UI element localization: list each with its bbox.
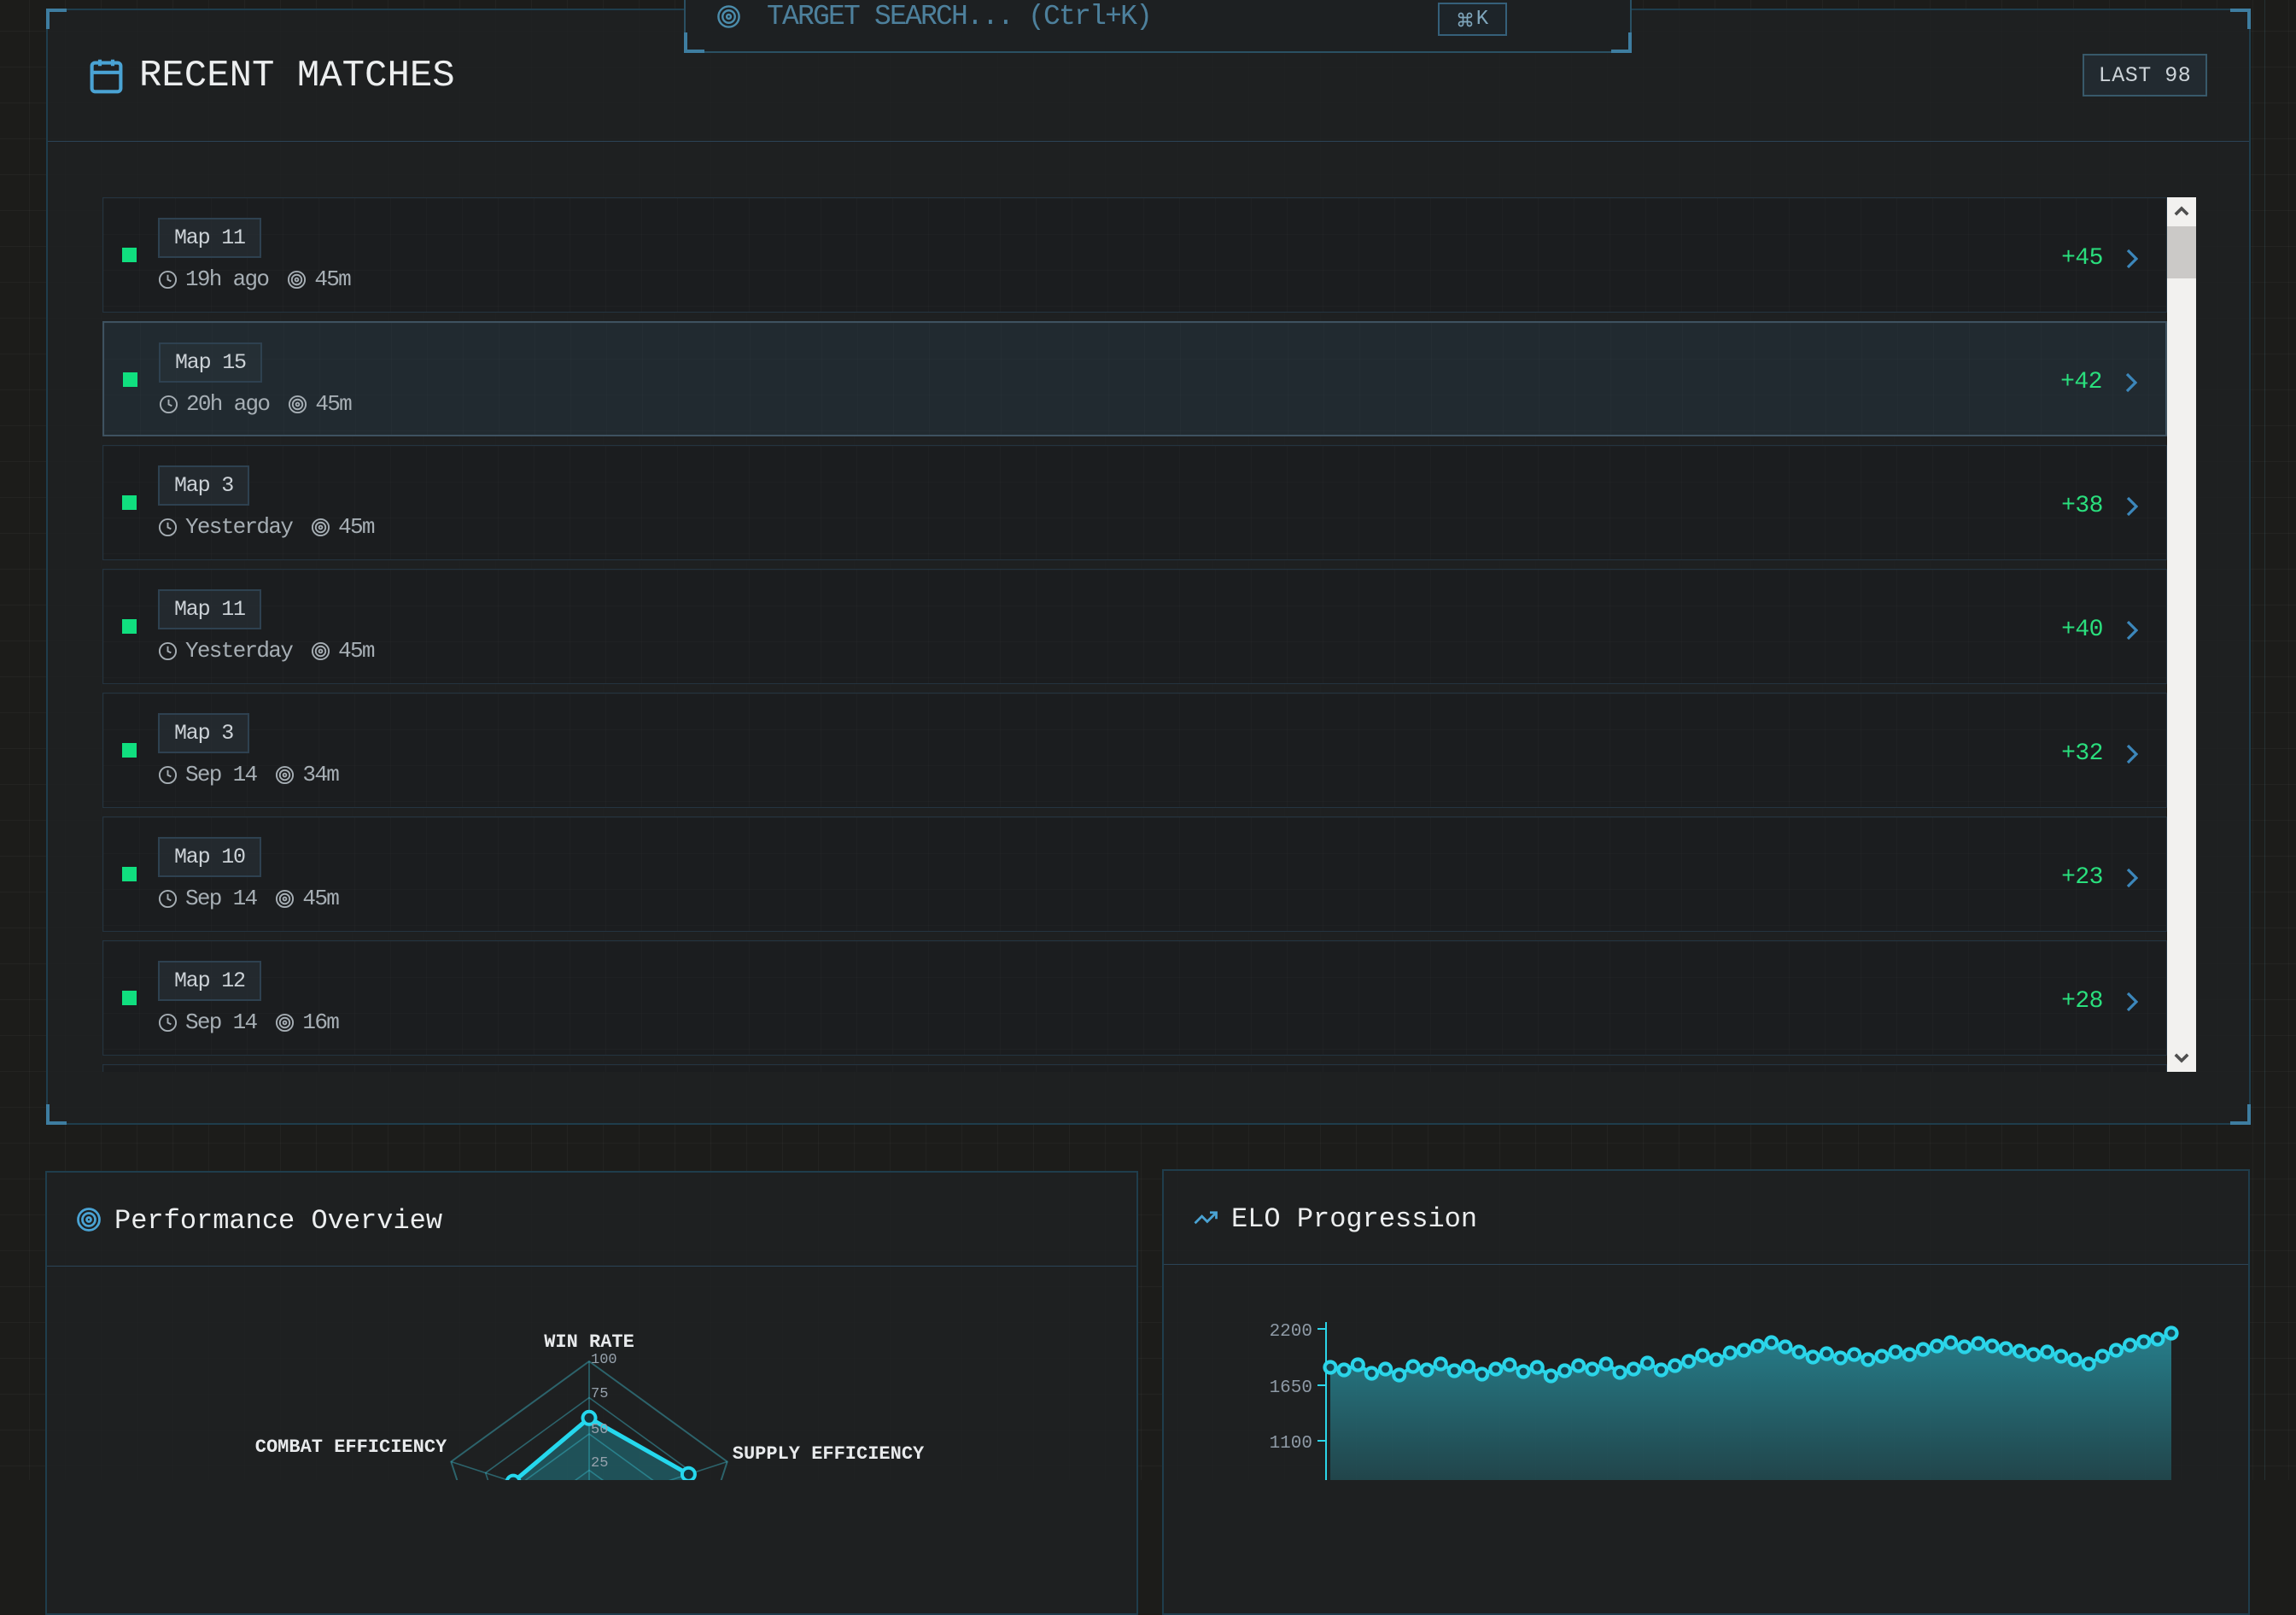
svg-text:2200: 2200 — [1270, 1322, 1312, 1342]
svg-text:25: 25 — [591, 1455, 608, 1472]
svg-text:1100: 1100 — [1270, 1434, 1312, 1454]
svg-text:SUPPLY EFFICIENCY: SUPPLY EFFICIENCY — [733, 1443, 925, 1465]
svg-text:100: 100 — [591, 1352, 617, 1368]
svg-text:WIN RATE: WIN RATE — [544, 1331, 634, 1353]
svg-text:COMBAT EFFICIENCY: COMBAT EFFICIENCY — [255, 1437, 447, 1458]
svg-text:50: 50 — [591, 1422, 608, 1438]
svg-text:75: 75 — [591, 1386, 608, 1402]
svg-text:1650: 1650 — [1270, 1378, 1312, 1398]
